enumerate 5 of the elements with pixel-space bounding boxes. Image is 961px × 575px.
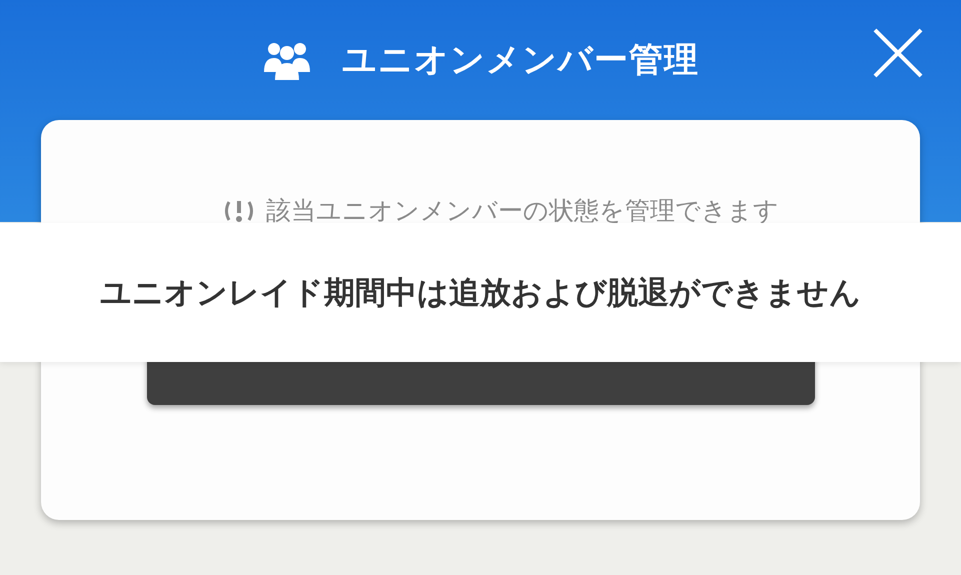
- info-text: 該当ユニオンメンバーの状態を管理できます: [266, 195, 779, 227]
- people-icon: [262, 40, 312, 80]
- window-title: ユニオンメンバー管理: [342, 39, 699, 82]
- toast-message: ユニオンレイド期間中は追放および脱退ができません: [100, 274, 861, 312]
- close-button[interactable]: [871, 26, 925, 80]
